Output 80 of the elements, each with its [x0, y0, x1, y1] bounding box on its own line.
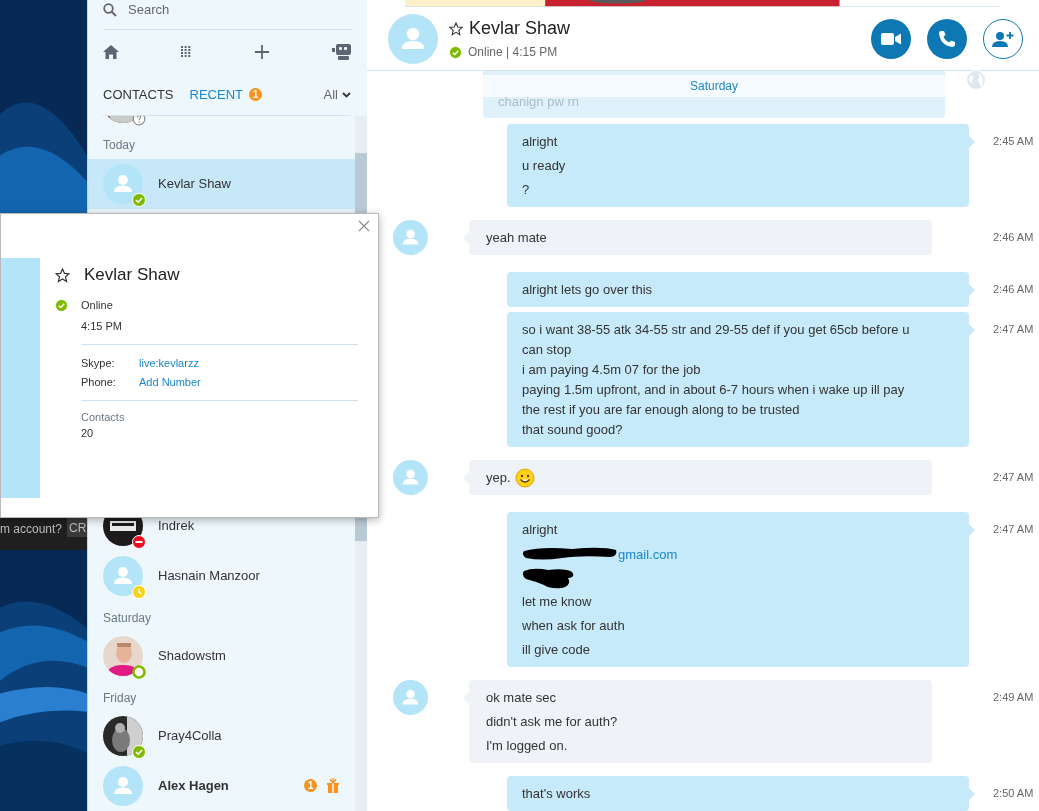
message-text: u ready: [522, 157, 566, 175]
message-text: ok mate sec: [486, 689, 557, 707]
contact-title: Kevlar Shaw: [469, 18, 571, 40]
unread-badge: 1: [304, 779, 317, 793]
message-text: let me know: [522, 593, 592, 611]
message-time: 2:47 AM: [993, 322, 1035, 335]
filter-dropdown[interactable]: All: [323, 87, 351, 102]
message-text: ?: [522, 181, 530, 199]
contact-item[interactable]: Shadowstm: [88, 630, 355, 681]
add-contact-button[interactable]: [983, 18, 1023, 59]
message-text: when ask for auth: [522, 617, 625, 635]
avatar-icon: [388, 13, 438, 64]
message-text: didn't ask me for auth?: [486, 713, 618, 731]
dialpad-icon[interactable]: [181, 46, 192, 58]
contacts-label: Contacts: [81, 411, 126, 425]
tab[interactable]: CONTACTS: [103, 87, 174, 102]
message-time: 2:46 AM: [993, 282, 1035, 295]
home-icon[interactable]: [103, 45, 119, 59]
close-icon[interactable]: [358, 220, 370, 232]
add-person-icon: [992, 30, 1014, 47]
message-text: alright lets go over this: [522, 281, 653, 299]
strip-text: m account?: [0, 521, 64, 536]
strip-button[interactable]: CR: [67, 518, 87, 537]
message-text: ill give code: [522, 641, 590, 659]
status-text: Online: [81, 299, 113, 311]
message-text: yeah mate: [486, 229, 547, 247]
message-text: i am paying 4.5m 07 for the job: [522, 361, 702, 379]
field-link[interactable]: live:kevlarzz: [139, 357, 358, 369]
avatar-icon: [393, 680, 428, 715]
redaction-mark: [522, 567, 576, 589]
message-text: that sound good?: [522, 421, 624, 439]
search-field[interactable]: Search: [128, 2, 278, 17]
message-text: alright: [522, 521, 558, 539]
contact-item[interactable]: Kevlar Shaw: [88, 158, 355, 209]
status-text: Online | 4:15 PM: [468, 45, 558, 60]
message-time: 2:46 AM: [993, 230, 1035, 243]
tab[interactable]: RECENT 1: [189, 87, 262, 102]
avatar-icon: [103, 163, 143, 204]
plus-icon[interactable]: [253, 44, 270, 60]
contact-name: Hasnain Manzoor: [158, 568, 260, 584]
video-call-button[interactable]: [871, 18, 911, 59]
search-icon: [103, 2, 117, 17]
field-label: Skype:: [81, 357, 116, 369]
phone-icon: [938, 29, 956, 48]
field-label: Phone:: [81, 376, 117, 388]
avatar-icon: [393, 460, 428, 495]
bot-icon[interactable]: [332, 44, 351, 60]
day-label: Saturday: [690, 79, 738, 93]
avatar-icon: [393, 220, 428, 255]
profile-name: Kevlar Shaw: [84, 265, 180, 285]
field-link[interactable]: Add Number: [139, 376, 358, 388]
message-time: 2:49 AM: [993, 690, 1035, 703]
message-text: I'm logged on.: [486, 737, 568, 755]
contact-name: Indrek: [158, 518, 195, 534]
section-header: Today: [103, 138, 136, 153]
contact-name: Kevlar Shaw: [158, 176, 231, 192]
chevron-icon: [342, 91, 351, 98]
video-camera-icon: [881, 32, 901, 45]
message-text: alright: [522, 133, 558, 151]
message-text: that's works: [522, 785, 591, 803]
avatar-icon: [103, 766, 143, 806]
contacts-count: 20: [81, 427, 95, 441]
contact-name: Pray4Colla: [158, 728, 222, 744]
section-header: Friday: [103, 690, 137, 705]
section-header: Saturday: [103, 610, 152, 625]
contact-item[interactable]: Alex Hagen 1: [88, 761, 355, 811]
message-time: 2:47 AM: [993, 470, 1035, 483]
contact-name: Shadowstm: [158, 648, 226, 664]
contact-item[interactable]: Pray4Colla: [88, 711, 355, 761]
contact-name: Alex Hagen: [158, 778, 229, 794]
message-time: 2:50 AM: [993, 786, 1035, 799]
message-text: yep.: [486, 469, 511, 487]
avatar-icon: [103, 555, 143, 596]
star-icon[interactable]: [55, 267, 70, 283]
star-icon[interactable]: [449, 21, 463, 36]
contact-item[interactable]: Hasnain Manzoor: [88, 550, 355, 601]
call-button[interactable]: [927, 18, 967, 59]
message-time: 2:47 AM: [993, 522, 1035, 535]
message-time: 2:45 AM: [993, 134, 1035, 147]
local-time: 4:15 PM: [81, 320, 122, 332]
